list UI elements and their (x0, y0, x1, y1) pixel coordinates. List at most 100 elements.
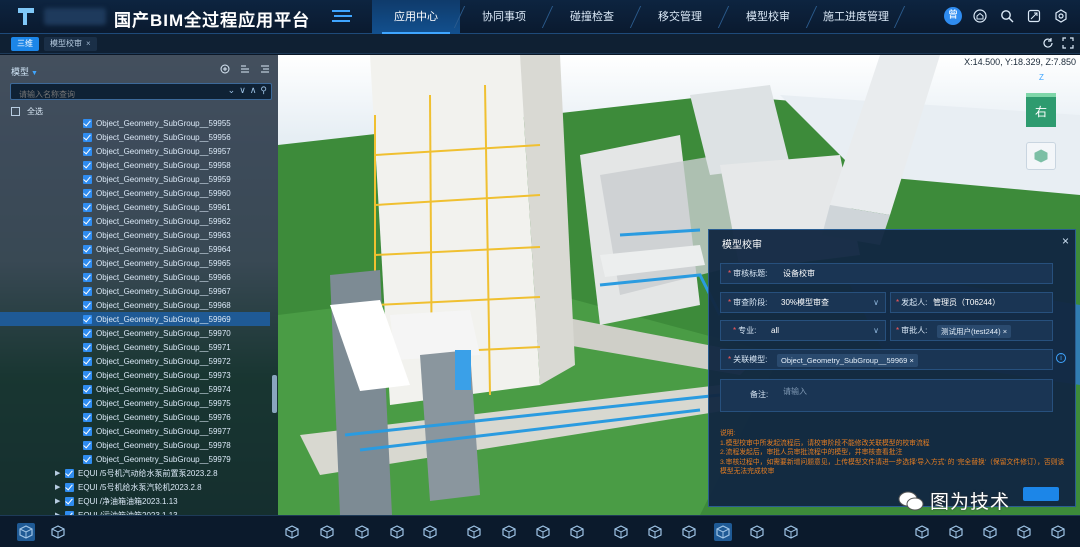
tree-leaf-item[interactable]: Object_Geometry_SubGroup__59956 (0, 130, 270, 144)
layers-icon[interactable] (17, 523, 35, 541)
tree-leaf-item[interactable]: Object_Geometry_SubGroup__59964 (0, 242, 270, 256)
frame-icon[interactable] (748, 523, 766, 541)
checkbox[interactable] (83, 398, 92, 408)
list-sort-icon[interactable] (240, 64, 250, 74)
tree-leaf-item[interactable]: Object_Geometry_SubGroup__59959 (0, 172, 270, 186)
checkbox[interactable] (65, 482, 74, 492)
tab-clash-check[interactable]: 碰撞检查 (548, 0, 636, 34)
panel-title[interactable]: 模型 ▼ (11, 65, 38, 78)
close-icon[interactable]: × (1062, 234, 1069, 248)
collapse-icon[interactable] (260, 64, 270, 74)
checkbox[interactable] (83, 230, 92, 240)
tree-leaf-item[interactable]: Object_Geometry_SubGroup__59958 (0, 158, 270, 172)
remove-tag-icon[interactable]: × (1003, 327, 1007, 336)
checkbox[interactable] (83, 300, 92, 310)
checkbox[interactable] (83, 412, 92, 422)
checkbox[interactable] (83, 216, 92, 226)
checkbox[interactable] (83, 188, 92, 198)
checkbox[interactable] (83, 244, 92, 254)
search-icon[interactable] (998, 7, 1016, 25)
tree-leaf-item[interactable]: Object_Geometry_SubGroup__59967 (0, 284, 270, 298)
tab-model-review[interactable]: 模型校审 (724, 0, 812, 34)
tree-leaf-item[interactable]: Object_Geometry_SubGroup__59960 (0, 186, 270, 200)
checkbox[interactable] (83, 328, 92, 338)
tree-leaf-item[interactable]: Object_Geometry_SubGroup__59966 (0, 270, 270, 284)
tree-leaf-item[interactable]: Object_Geometry_SubGroup__59973 (0, 368, 270, 382)
expand-arrow-icon[interactable]: ▶ (55, 497, 63, 505)
move-icon[interactable] (568, 523, 586, 541)
box-cut-icon[interactable] (353, 523, 371, 541)
checkbox[interactable] (83, 132, 92, 142)
checkbox[interactable] (83, 258, 92, 268)
fullscreen-icon[interactable] (1025, 7, 1043, 25)
info-panel-icon[interactable] (714, 523, 732, 541)
search-input[interactable] (11, 87, 231, 102)
tree-group-item[interactable]: ▶EQUI /污油箱油箱2023.1.13 (0, 508, 270, 515)
checkbox[interactable] (83, 314, 92, 324)
checkbox[interactable] (83, 384, 92, 394)
settings-icon[interactable] (1052, 7, 1070, 25)
rotate-icon[interactable] (947, 523, 965, 541)
tree-leaf-item[interactable]: Object_Geometry_SubGroup__59955 (0, 116, 270, 130)
discipline-select[interactable]: * 专业: all ∨ (720, 320, 886, 341)
tree-leaf-item[interactable]: Object_Geometry_SubGroup__59977 (0, 424, 270, 438)
tree-leaf-item[interactable]: Object_Geometry_SubGroup__59961 (0, 200, 270, 214)
expand-icon[interactable] (1062, 37, 1074, 49)
tree-leaf-item[interactable]: Object_Geometry_SubGroup__59965 (0, 256, 270, 270)
chevron-up-icon[interactable]: ∧ (250, 85, 257, 96)
home-icon[interactable] (971, 7, 989, 25)
tree-leaf-item[interactable]: Object_Geometry_SubGroup__59968 (0, 298, 270, 312)
locate-icon[interactable] (913, 523, 931, 541)
sphere-icon[interactable] (465, 523, 483, 541)
tab-model-review-doc[interactable]: 模型校审 × (44, 37, 97, 51)
tab-handover[interactable]: 移交管理 (636, 0, 724, 34)
tree-leaf-item[interactable]: Object_Geometry_SubGroup__59957 (0, 144, 270, 158)
remove-tag-icon[interactable]: × (909, 356, 913, 365)
network-icon[interactable] (680, 523, 698, 541)
checkbox[interactable] (83, 426, 92, 436)
tree-leaf-item[interactable]: Object_Geometry_SubGroup__59971 (0, 340, 270, 354)
search-icon[interactable]: ⚲ (260, 85, 267, 96)
settings-icon[interactable] (1015, 523, 1033, 541)
tree-leaf-item[interactable]: Object_Geometry_SubGroup__59979 (0, 452, 270, 466)
linked-model-field[interactable]: * 关联模型: Object_Geometry_SubGroup__59969 × (720, 349, 1053, 370)
fullscreen-icon[interactable] (1049, 523, 1067, 541)
tree-group-item[interactable]: ▶ EQUI /5号机给水泵汽轮机2023.2.8 (0, 480, 270, 494)
checkbox[interactable] (83, 160, 92, 170)
shield-icon[interactable] (612, 523, 630, 541)
tree-leaf-item[interactable]: Object_Geometry_SubGroup__59962 (0, 214, 270, 228)
close-tab-icon[interactable]: × (86, 39, 91, 48)
checkbox[interactable] (65, 468, 74, 478)
tab-construction-progress[interactable]: 施工进度管理 (812, 0, 900, 34)
submit-button[interactable] (1023, 487, 1059, 501)
checkbox[interactable] (83, 146, 92, 156)
capture-icon[interactable] (646, 523, 664, 541)
reviewer-field[interactable]: * 审批人: 测试用户(test244) × (890, 320, 1053, 341)
checkbox[interactable] (83, 272, 92, 282)
checkbox[interactable] (83, 174, 92, 184)
expand-arrow-icon[interactable]: ▶ (55, 469, 63, 477)
focus-icon[interactable] (782, 523, 800, 541)
select-all-checkbox[interactable] (11, 107, 20, 116)
checkbox[interactable] (83, 440, 92, 450)
tree-leaf-item[interactable]: Object_Geometry_SubGroup__59975 (0, 396, 270, 410)
checkbox[interactable] (83, 202, 92, 212)
view-cube[interactable]: 右 (1026, 93, 1056, 127)
view-mode-button[interactable] (1026, 142, 1056, 170)
checkbox[interactable] (83, 454, 92, 464)
info-icon[interactable]: i (1056, 353, 1066, 363)
tree-leaf-item[interactable]: Object_Geometry_SubGroup__59969 (0, 312, 270, 326)
measure-icon[interactable] (500, 523, 518, 541)
remark-field[interactable]: 备注: 请输入 (720, 379, 1053, 412)
target-icon[interactable] (283, 523, 301, 541)
checkbox[interactable] (83, 370, 92, 380)
tab-app-center[interactable]: 应用中心 (372, 0, 460, 34)
cube-view-icon[interactable] (981, 523, 999, 541)
tree-leaf-item[interactable]: Object_Geometry_SubGroup__59978 (0, 438, 270, 452)
tag-icon[interactable] (534, 523, 552, 541)
tree-leaf-item[interactable]: Object_Geometry_SubGroup__59972 (0, 354, 270, 368)
tree-leaf-item[interactable]: Object_Geometry_SubGroup__59976 (0, 410, 270, 424)
checkbox[interactable] (83, 342, 92, 352)
tree-scrollbar[interactable] (272, 375, 277, 413)
remark-placeholder[interactable]: 请输入 (783, 382, 807, 402)
